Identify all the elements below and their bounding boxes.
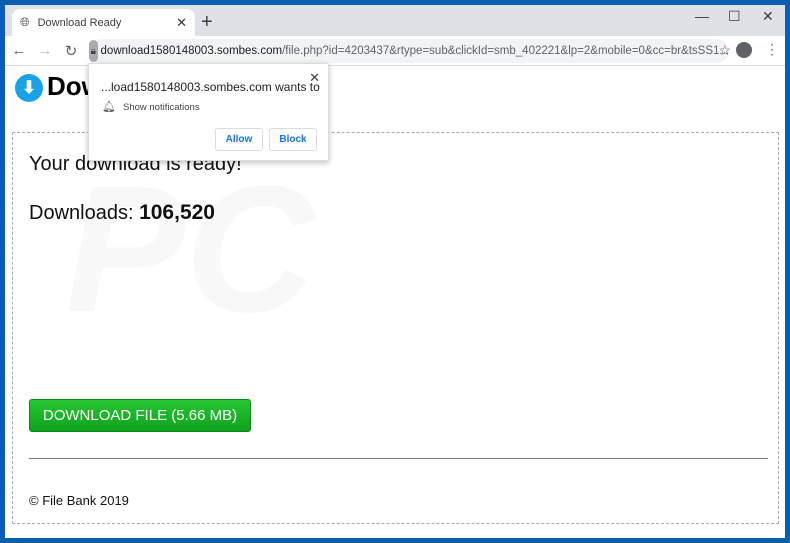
toolbar: ← → ↻ 🔒︎ download1580148003.sombes.com/f… [5,36,785,66]
browser-window: 🌐︎ Download Ready ✕ + — ☐ ✕ ← → ↻ 🔒︎ dow… [5,5,785,538]
bell-icon: 🔔︎ [102,101,116,113]
download-icon: ⬇ [15,74,43,102]
minimize-button[interactable]: — [695,8,709,24]
forward-button[interactable]: → [33,42,57,59]
close-window-button[interactable]: ✕ [762,8,774,25]
menu-icon[interactable]: ⋮ [765,41,779,58]
divider [29,458,768,459]
download-box: Your download is ready! Downloads: 106,5… [12,132,779,524]
close-tab-icon[interactable]: ✕ [176,15,187,31]
lock-icon[interactable]: 🔒︎ [89,40,98,62]
close-icon[interactable]: ✕ [309,70,320,86]
maximize-button[interactable]: ☐ [728,8,741,25]
notification-permission-popup: ...load1580148003.sombes.com wants to ✕ … [88,63,329,161]
globe-icon: 🌐︎ [20,15,30,29]
reload-button[interactable]: ↻ [59,42,83,60]
block-button[interactable]: Block [269,128,317,151]
allow-button[interactable]: Allow [215,128,263,151]
download-file-button[interactable]: DOWNLOAD FILE (5.66 MB) [29,399,251,432]
footer: © File Bank 2019 [29,493,129,508]
profile-icon[interactable] [736,42,752,58]
address-bar[interactable]: 🔒︎ download1580148003.sombes.com/file.ph… [89,39,731,63]
star-icon[interactable]: ☆ [718,42,731,59]
downloads-count: Downloads: 106,520 [29,201,215,224]
back-button[interactable]: ← [7,42,31,59]
new-tab-button[interactable]: + [201,11,213,34]
tab-download-ready[interactable]: 🌐︎ Download Ready ✕ [12,9,195,36]
tab-strip: 🌐︎ Download Ready ✕ + — ☐ ✕ [5,5,785,36]
